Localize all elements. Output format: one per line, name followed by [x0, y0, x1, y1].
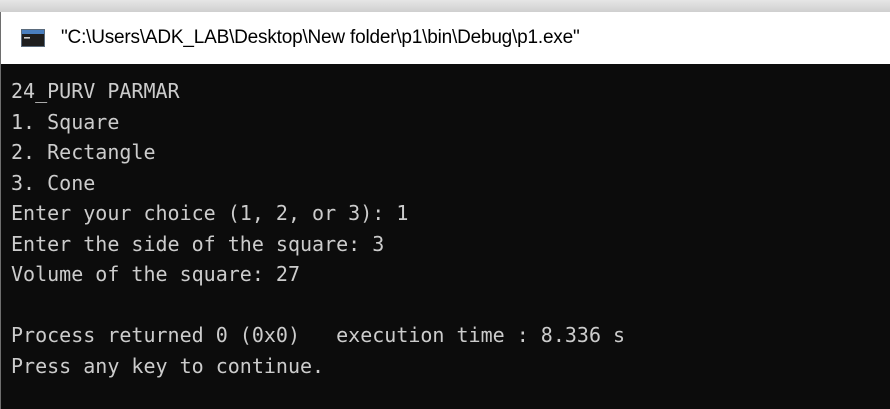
console-line: 3. Cone: [11, 170, 96, 195]
console-line: Press any key to continue.: [11, 353, 325, 378]
console-line: 24_PURV PARMAR: [11, 79, 180, 103]
title-bar[interactable]: "C:\Users\ADK_LAB\Desktop\New folder\p1\…: [1, 12, 890, 64]
console-line: Process returned 0 (0x0) execution time …: [11, 323, 626, 347]
console-line: 2. Rectangle: [11, 140, 156, 164]
background-window-strip: [0, 0, 890, 12]
console-line: Enter your choice (1, 2, or 3): 1: [11, 201, 409, 225]
window-title: "C:\Users\ADK_LAB\Desktop\New folder\p1\…: [61, 27, 580, 48]
console-line: 1. Square: [11, 109, 120, 134]
console-app-icon[interactable]: [21, 29, 45, 47]
console-output[interactable]: 24_PURV PARMAR 1. Square 2. Rectangle 3.…: [1, 76, 890, 409]
console-line: Volume of the square: 27: [11, 262, 300, 286]
console-window[interactable]: "C:\Users\ADK_LAB\Desktop\New folder\p1\…: [0, 12, 890, 409]
console-line: Enter the side of the square: 3: [11, 231, 385, 256]
